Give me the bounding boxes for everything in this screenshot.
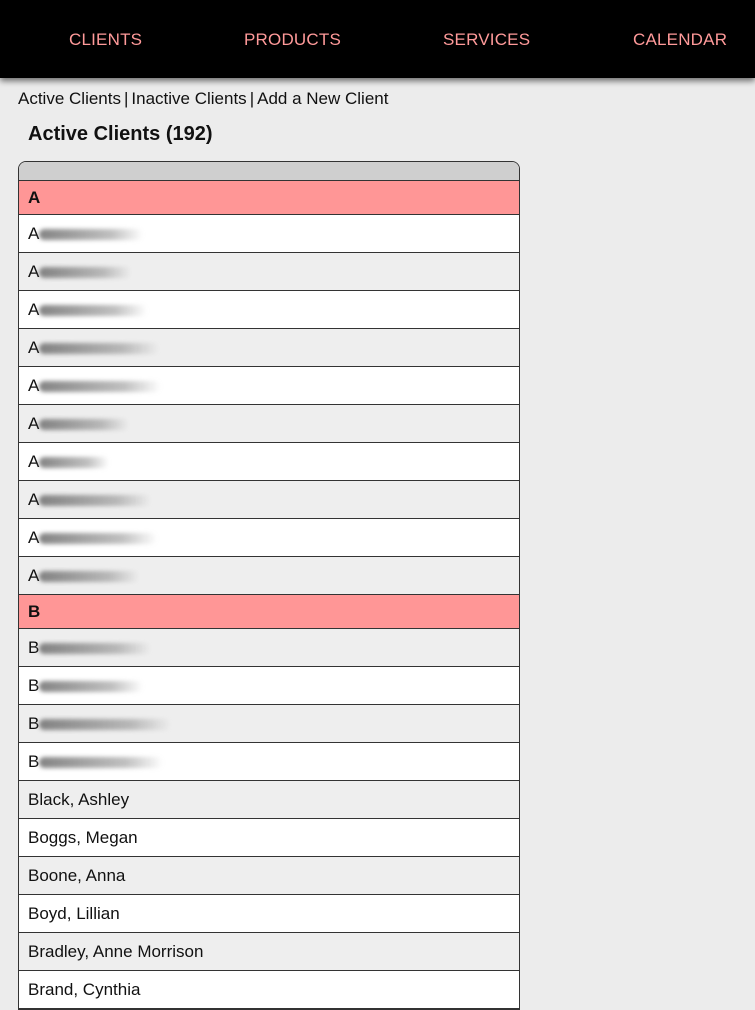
- client-name: B: [28, 752, 40, 771]
- subnav-separator: |: [249, 89, 255, 108]
- client-name: Boyd, Lillian: [28, 904, 120, 923]
- client-name: A: [28, 262, 40, 281]
- nav-calendar-link[interactable]: CALENDAR: [633, 30, 727, 50]
- client-name: Boggs, Megan: [28, 828, 138, 847]
- client-row[interactable]: B: [19, 629, 519, 667]
- inactive-clients-link[interactable]: Inactive Clients: [131, 89, 246, 108]
- add-client-link[interactable]: Add a New Client: [257, 89, 388, 108]
- nav-products-link[interactable]: PRODUCTS: [244, 30, 341, 50]
- client-name: A: [28, 338, 40, 357]
- client-row[interactable]: A: [19, 519, 519, 557]
- redacted-name-blur: [39, 643, 152, 655]
- client-row[interactable]: A: [19, 291, 519, 329]
- client-name: A: [28, 566, 40, 585]
- client-name: A: [28, 414, 40, 433]
- client-row[interactable]: A: [19, 443, 519, 481]
- client-row[interactable]: Brand, Cynthia: [19, 971, 519, 1009]
- client-name: B: [28, 638, 40, 657]
- redacted-name-blur: [39, 381, 162, 393]
- client-row[interactable]: A: [19, 329, 519, 367]
- redacted-name-blur: [39, 305, 148, 317]
- redacted-name-blur: [39, 267, 132, 279]
- client-row[interactable]: Bradley, Anne Morrison: [19, 933, 519, 971]
- client-row[interactable]: Boggs, Megan: [19, 819, 519, 857]
- redacted-name-blur: [39, 495, 152, 507]
- client-row[interactable]: Boyd, Lillian: [19, 895, 519, 933]
- redacted-name-blur: [39, 343, 160, 355]
- client-name: A: [28, 224, 40, 243]
- client-name: A: [28, 490, 40, 509]
- client-row[interactable]: A: [19, 481, 519, 519]
- nav-services-link[interactable]: SERVICES: [443, 30, 530, 50]
- client-name: A: [28, 528, 40, 547]
- subnav-separator: |: [123, 89, 129, 108]
- client-row[interactable]: B: [19, 743, 519, 781]
- nav-clients-link[interactable]: CLIENTS: [69, 30, 142, 50]
- redacted-name-blur: [39, 719, 172, 731]
- client-table: A A A A A A A A A A A B B B B B Black, A…: [18, 161, 520, 1010]
- redacted-name-blur: [39, 229, 144, 241]
- letter-group-header: B: [19, 595, 519, 629]
- client-name: B: [28, 714, 40, 733]
- letter-group-header: A: [19, 181, 519, 215]
- client-name: A: [28, 452, 40, 471]
- active-clients-link[interactable]: Active Clients: [18, 89, 121, 108]
- page-title: Active Clients (192): [28, 123, 213, 145]
- client-row[interactable]: A: [19, 215, 519, 253]
- redacted-name-blur: [39, 533, 158, 545]
- redacted-name-blur: [39, 457, 110, 469]
- client-name: Boone, Anna: [28, 866, 126, 885]
- redacted-name-blur: [39, 681, 144, 693]
- redacted-name-blur: [39, 571, 140, 583]
- client-name: Bradley, Anne Morrison: [28, 942, 204, 961]
- redacted-name-blur: [39, 419, 130, 431]
- client-row[interactable]: A: [19, 557, 519, 595]
- client-row[interactable]: B: [19, 705, 519, 743]
- client-row[interactable]: Black, Ashley: [19, 781, 519, 819]
- client-name: B: [28, 676, 40, 695]
- client-subnav: Active Clients | Inactive Clients | Add a Ne…: [18, 89, 388, 109]
- client-name: A: [28, 300, 40, 319]
- client-row[interactable]: B: [19, 667, 519, 705]
- top-navigation: CLIENTS PRODUCTS SERVICES CALENDAR: [0, 0, 755, 78]
- client-name: A: [28, 376, 40, 395]
- client-row[interactable]: Boone, Anna: [19, 857, 519, 895]
- client-name: Black, Ashley: [28, 790, 130, 809]
- table-header: [19, 162, 519, 181]
- client-row[interactable]: A: [19, 253, 519, 291]
- client-row[interactable]: A: [19, 405, 519, 443]
- client-name: Brand, Cynthia: [28, 980, 141, 999]
- client-row[interactable]: A: [19, 367, 519, 405]
- redacted-name-blur: [39, 757, 164, 769]
